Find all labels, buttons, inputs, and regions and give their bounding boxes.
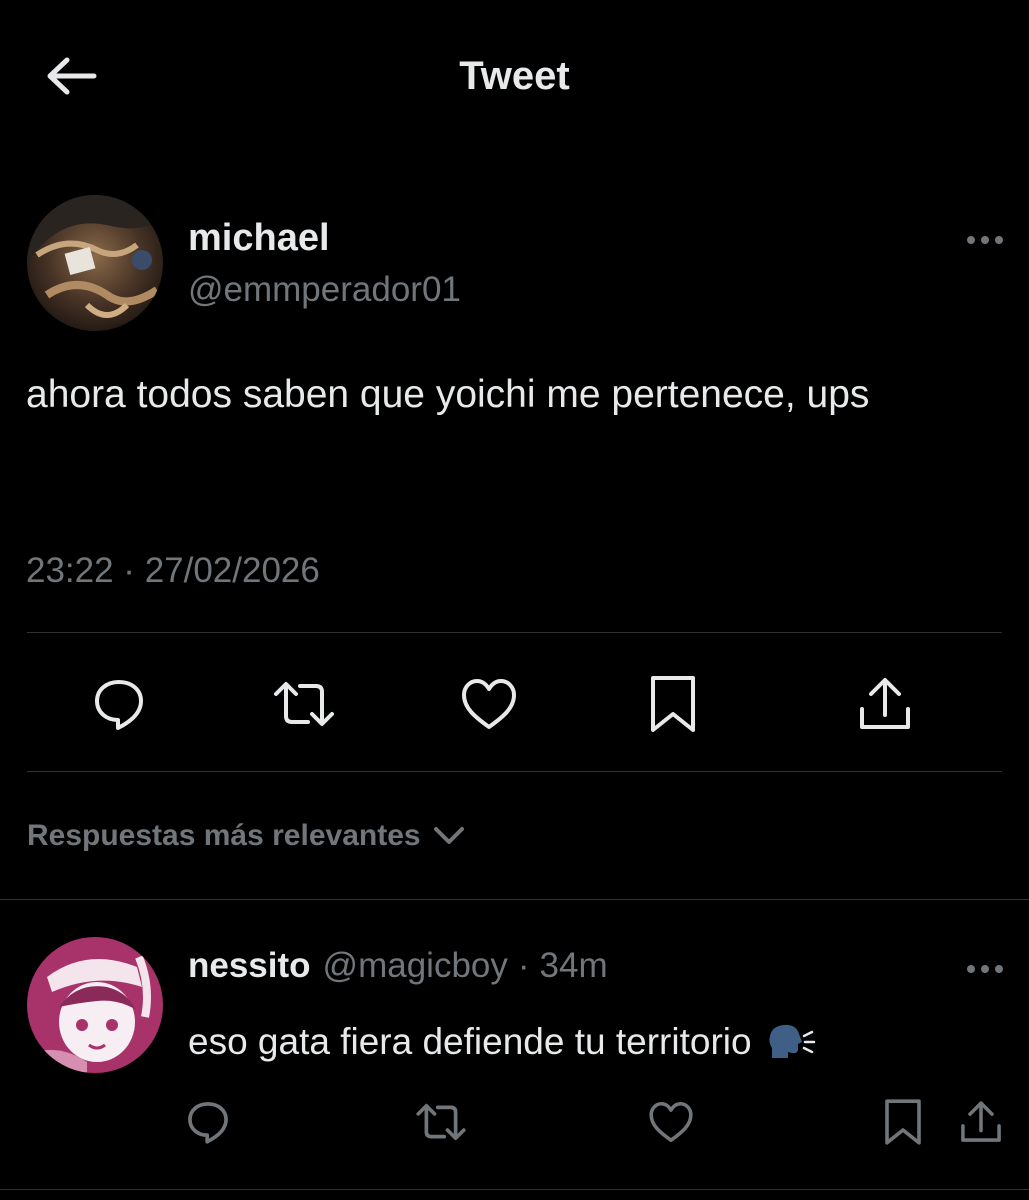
speaking-head-icon xyxy=(766,1022,816,1062)
profile-avatar xyxy=(27,195,163,331)
reply-share-button[interactable] xyxy=(951,1092,1011,1152)
reply-text-row: eso gata fiera defiende tu territorio xyxy=(188,1016,816,1068)
chevron-down-icon xyxy=(433,827,464,844)
retweet-icon xyxy=(416,1103,466,1141)
tweet-more-button[interactable] xyxy=(963,225,1007,255)
bookmark-icon xyxy=(651,676,695,732)
share-icon xyxy=(860,678,910,729)
reply-button[interactable] xyxy=(87,672,151,736)
like-button[interactable] xyxy=(457,672,521,736)
bookmark-icon xyxy=(885,1099,921,1145)
profile-avatar xyxy=(27,937,163,1073)
retweet-icon xyxy=(274,682,334,726)
divider xyxy=(27,771,1002,772)
replies-sort-label: Respuestas más relevantes xyxy=(27,819,421,852)
reply-avatar[interactable] xyxy=(27,937,163,1073)
reply-bookmark-button[interactable] xyxy=(873,1092,933,1152)
reply-reply-button[interactable] xyxy=(178,1092,238,1152)
share-button[interactable] xyxy=(853,672,917,736)
bookmark-button[interactable] xyxy=(641,672,705,736)
header: Tweet xyxy=(0,50,1029,102)
arrow-left-icon xyxy=(47,57,97,95)
reply-icon xyxy=(95,680,143,730)
back-button[interactable] xyxy=(40,50,102,102)
heart-icon xyxy=(649,1101,693,1143)
divider xyxy=(0,1189,1029,1190)
divider xyxy=(27,632,1002,633)
reply-author-name[interactable]: nessito xyxy=(188,946,311,986)
retweet-button[interactable] xyxy=(272,672,336,736)
reply-separator: · xyxy=(517,946,530,985)
reply-more-button[interactable] xyxy=(963,954,1007,984)
tweet-timestamp[interactable]: 23:22 · 27/02/2026 xyxy=(26,547,320,595)
author-avatar[interactable] xyxy=(27,195,163,331)
author-name[interactable]: michael xyxy=(188,214,330,262)
reply-like-button[interactable] xyxy=(641,1092,701,1152)
author-handle[interactable]: @emmperador01 xyxy=(188,266,461,314)
reply-time[interactable]: 34m xyxy=(540,946,608,986)
heart-icon xyxy=(462,679,516,729)
reply-icon xyxy=(188,1102,228,1144)
share-icon xyxy=(961,1101,1001,1142)
more-horizontal-icon xyxy=(967,965,1003,973)
tweet-text: ahora todos saben que yoichi me pertenec… xyxy=(26,373,870,416)
reply-header: nessito @magicboy · 34m xyxy=(188,946,608,996)
divider xyxy=(0,899,1029,900)
reply-author-handle[interactable]: @magicboy xyxy=(323,946,508,986)
page-title: Tweet xyxy=(459,54,570,98)
reply-text: eso gata fiera defiende tu territorio xyxy=(188,1021,752,1062)
more-horizontal-icon xyxy=(967,236,1003,244)
replies-sort-button[interactable]: Respuestas más relevantes xyxy=(27,812,465,860)
reply-retweet-button[interactable] xyxy=(411,1092,471,1152)
